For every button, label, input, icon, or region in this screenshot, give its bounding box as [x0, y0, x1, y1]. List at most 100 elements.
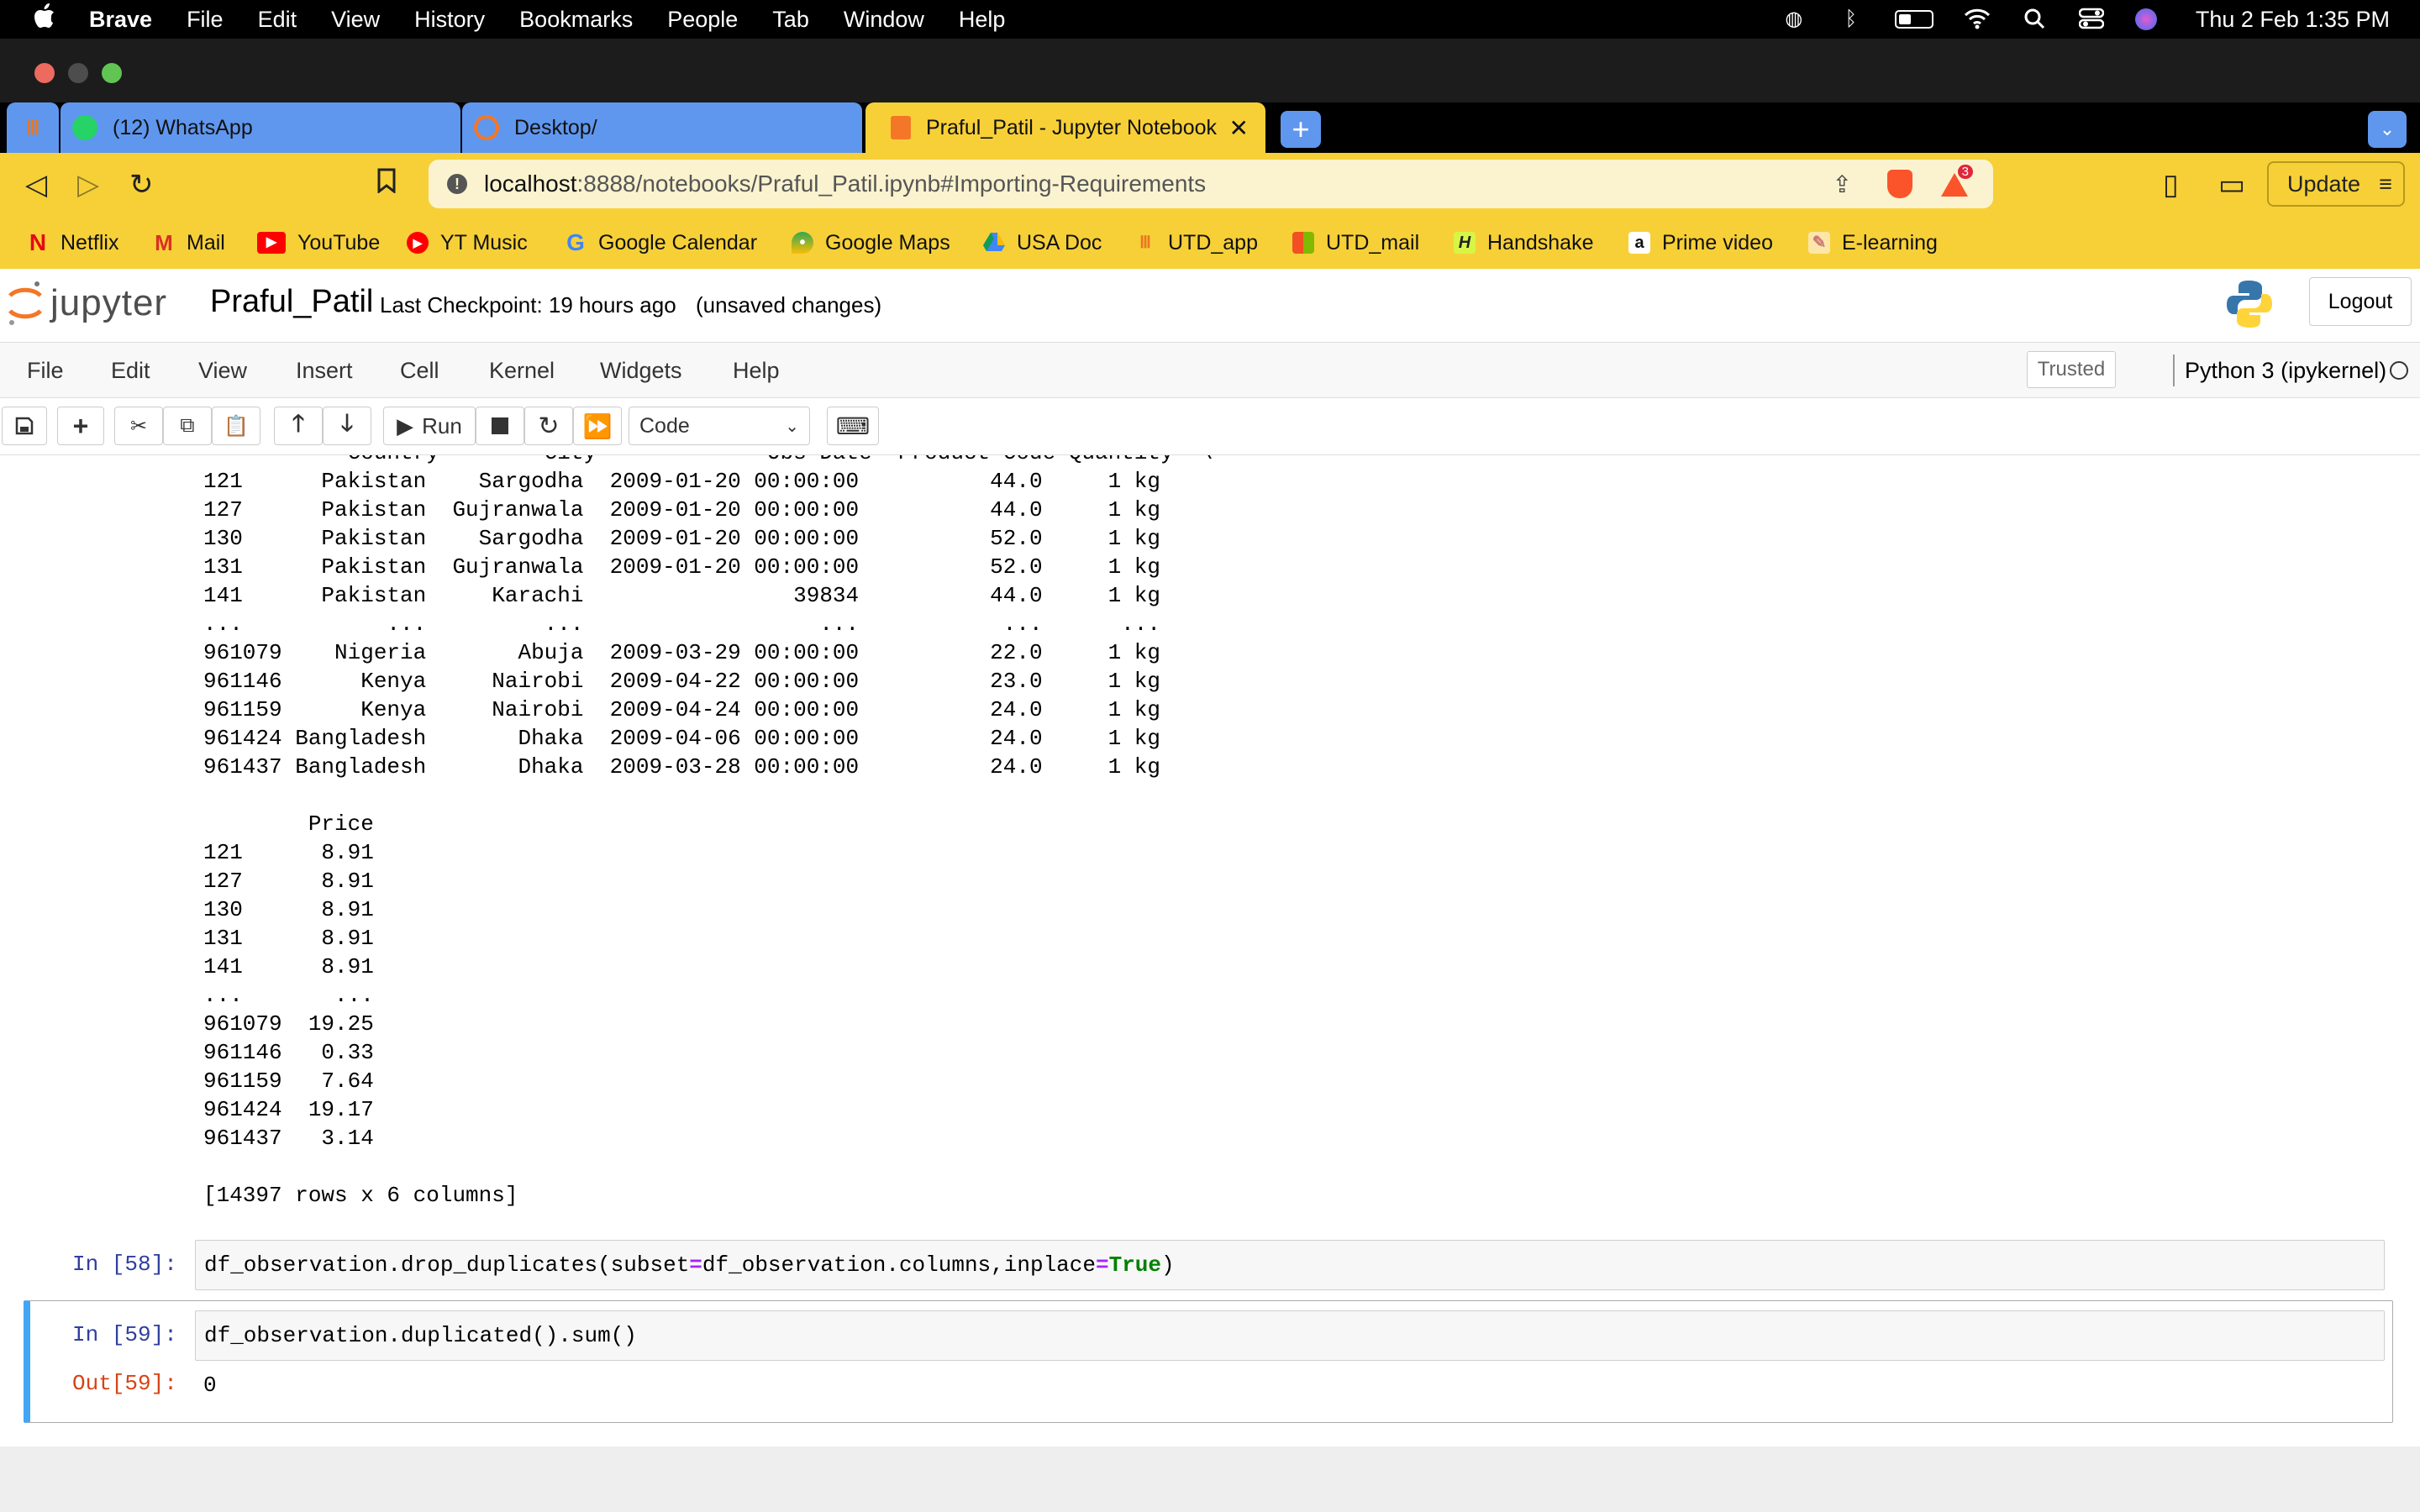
bluetooth-icon[interactable]: ᛒ: [1838, 8, 1865, 31]
nb-menu-widgets[interactable]: Widgets: [600, 358, 682, 384]
move-up-button[interactable]: 🡑: [274, 407, 323, 445]
battery-icon[interactable]: [1894, 10, 1933, 29]
new-tab-button[interactable]: +: [1281, 111, 1321, 148]
menu-edit[interactable]: Edit: [258, 7, 297, 33]
bookmark-prime-video[interactable]: a Prime video: [1628, 217, 1773, 269]
bookmark-youtube[interactable]: ▶ YouTube: [257, 217, 380, 269]
paste-button[interactable]: 📋: [212, 407, 260, 445]
tab-desktop[interactable]: Desktop/: [462, 102, 862, 153]
brave-shields-icon[interactable]: [1887, 170, 1912, 198]
pencil-icon: ✎: [1808, 232, 1830, 254]
menu-history[interactable]: History: [414, 7, 485, 33]
brave-rewards-icon[interactable]: 3: [1939, 165, 1973, 198]
cell-58-input[interactable]: df_observation.drop_duplicates(subset=df…: [195, 1240, 2385, 1290]
url-host: localhost: [484, 171, 577, 197]
tab-search-dropdown[interactable]: ⌄: [2368, 111, 2407, 148]
close-tab-icon[interactable]: ✕: [1229, 114, 1249, 142]
bookmark-google-maps[interactable]: • Google Maps: [792, 217, 950, 269]
bookmark-mail[interactable]: M Mail: [153, 217, 225, 269]
control-center-icon[interactable]: [2078, 8, 2105, 31]
restart-run-all-button[interactable]: ⏩: [573, 407, 622, 445]
tab-jupyter-label: Praful_Patil - Jupyter Notebook: [926, 115, 1218, 139]
bookmark-usa-doc[interactable]: USA Doc: [983, 217, 1102, 269]
run-button[interactable]: ▶ Run: [383, 407, 476, 445]
menu-file[interactable]: File: [187, 7, 224, 33]
bookmark-utd-mail[interactable]: UTD_mail: [1292, 217, 1419, 269]
menu-view[interactable]: View: [331, 7, 380, 33]
save-button[interactable]: [2, 407, 47, 445]
sidebar-icon[interactable]: ▯: [2163, 168, 2179, 202]
amazon-icon: a: [1628, 232, 1650, 254]
wifi-icon[interactable]: [1964, 8, 1991, 31]
unsaved-status: (unsaved changes): [696, 292, 882, 318]
trusted-indicator[interactable]: Trusted: [2027, 351, 2116, 388]
jupyter-logo[interactable]: jupyter: [7, 279, 167, 328]
bookmark-handshake[interactable]: H Handshake: [1454, 217, 1593, 269]
tab-whatsapp-label: (12) WhatsApp: [113, 115, 253, 139]
bookmark-label: YT Music: [440, 230, 528, 255]
url-path: :8888/notebooks/Praful_Patil.ipynb#Impor…: [576, 171, 1207, 197]
bookmark-utd-app[interactable]: Ⅲ UTD_app: [1134, 217, 1258, 269]
nb-menu-edit[interactable]: Edit: [111, 358, 150, 384]
logout-button[interactable]: Logout: [2309, 277, 2412, 326]
menubar-datetime[interactable]: Thu 2 Feb 1:35 PM: [2196, 7, 2390, 33]
zoom-window-button[interactable]: [102, 63, 122, 83]
copy-button[interactable]: ⧉: [163, 407, 212, 445]
menu-app-brave[interactable]: Brave: [89, 7, 152, 33]
menu-window[interactable]: Window: [844, 7, 924, 33]
chevron-down-icon: ⌄: [785, 417, 799, 436]
insert-cell-button[interactable]: +: [57, 407, 104, 445]
menu-people[interactable]: People: [667, 7, 738, 33]
code-keyword: True: [1108, 1252, 1162, 1278]
restart-button[interactable]: ↻: [524, 407, 573, 445]
keyboard-icon: ⌨: [835, 412, 871, 439]
notebook-name[interactable]: Praful_Patil: [210, 284, 373, 320]
bookmark-e-learning[interactable]: ✎ E-learning: [1808, 217, 1938, 269]
bookmark-yt-music[interactable]: ▶ YT Music: [407, 217, 528, 269]
menu-help[interactable]: Help: [959, 7, 1006, 33]
bookmark-netflix[interactable]: N Netflix: [27, 217, 119, 269]
cell-59-code: df_observation.duplicated().sum(): [204, 1323, 637, 1348]
tab-jupyter-notebook[interactable]: Praful_Patil - Jupyter Notebook ✕: [865, 102, 1265, 153]
save-icon: [15, 417, 34, 435]
command-palette-button[interactable]: ⌨: [827, 407, 879, 445]
bookmark-google-calendar[interactable]: G Google Calendar: [565, 217, 757, 269]
interrupt-button[interactable]: [476, 407, 524, 445]
tab-strip: Ⅲ (12) WhatsApp Desktop/ Praful_Patil - …: [0, 102, 2420, 153]
apple-icon[interactable]: [34, 3, 55, 35]
cut-button[interactable]: ✂: [114, 407, 163, 445]
cell-59-input[interactable]: df_observation.duplicated().sum(): [195, 1310, 2385, 1361]
siri-icon[interactable]: [2134, 8, 2157, 30]
tab-whatsapp[interactable]: (12) WhatsApp: [60, 102, 460, 153]
forward-icon[interactable]: ▷: [77, 168, 99, 202]
pinned-tab-utd[interactable]: Ⅲ: [7, 102, 59, 153]
nb-menu-view[interactable]: View: [198, 358, 247, 384]
share-icon[interactable]: ⇪: [1833, 171, 1852, 198]
cell-59-output: 0: [203, 1373, 217, 1398]
minimize-window-button[interactable]: [68, 63, 88, 83]
menu-bookmarks[interactable]: Bookmarks: [519, 7, 633, 33]
kernel-name[interactable]: Python 3 (ipykernel): [2185, 358, 2386, 384]
update-button[interactable]: Update ≡: [2267, 161, 2405, 207]
move-down-button[interactable]: 🡓: [323, 407, 371, 445]
close-window-button[interactable]: [34, 63, 55, 83]
spotlight-search-icon[interactable]: [2021, 8, 2048, 31]
whatsapp-icon: [72, 115, 97, 140]
nb-menu-cell[interactable]: Cell: [400, 358, 439, 384]
python-logo-icon: [2225, 279, 2274, 333]
wallet-icon[interactable]: ▭: [2218, 168, 2245, 202]
reload-icon[interactable]: ↻: [129, 168, 154, 202]
site-info-icon[interactable]: !: [447, 174, 467, 194]
back-icon[interactable]: ◁: [25, 168, 47, 202]
menu-tab[interactable]: Tab: [772, 7, 809, 33]
bookmark-label: USA Doc: [1017, 230, 1102, 255]
nb-menu-file[interactable]: File: [27, 358, 64, 384]
nb-menu-insert[interactable]: Insert: [296, 358, 353, 384]
vpn-globe-icon[interactable]: ◍: [1781, 8, 1807, 31]
nb-menu-kernel[interactable]: Kernel: [489, 358, 555, 384]
nb-menu-help[interactable]: Help: [733, 358, 780, 384]
cell-type-select[interactable]: Code ⌄: [629, 407, 810, 445]
google-drive-icon: [983, 232, 1005, 254]
bookmark-page-icon[interactable]: [376, 168, 397, 201]
address-bar[interactable]: ! localhost:8888/notebooks/Praful_Patil.…: [429, 160, 1993, 208]
